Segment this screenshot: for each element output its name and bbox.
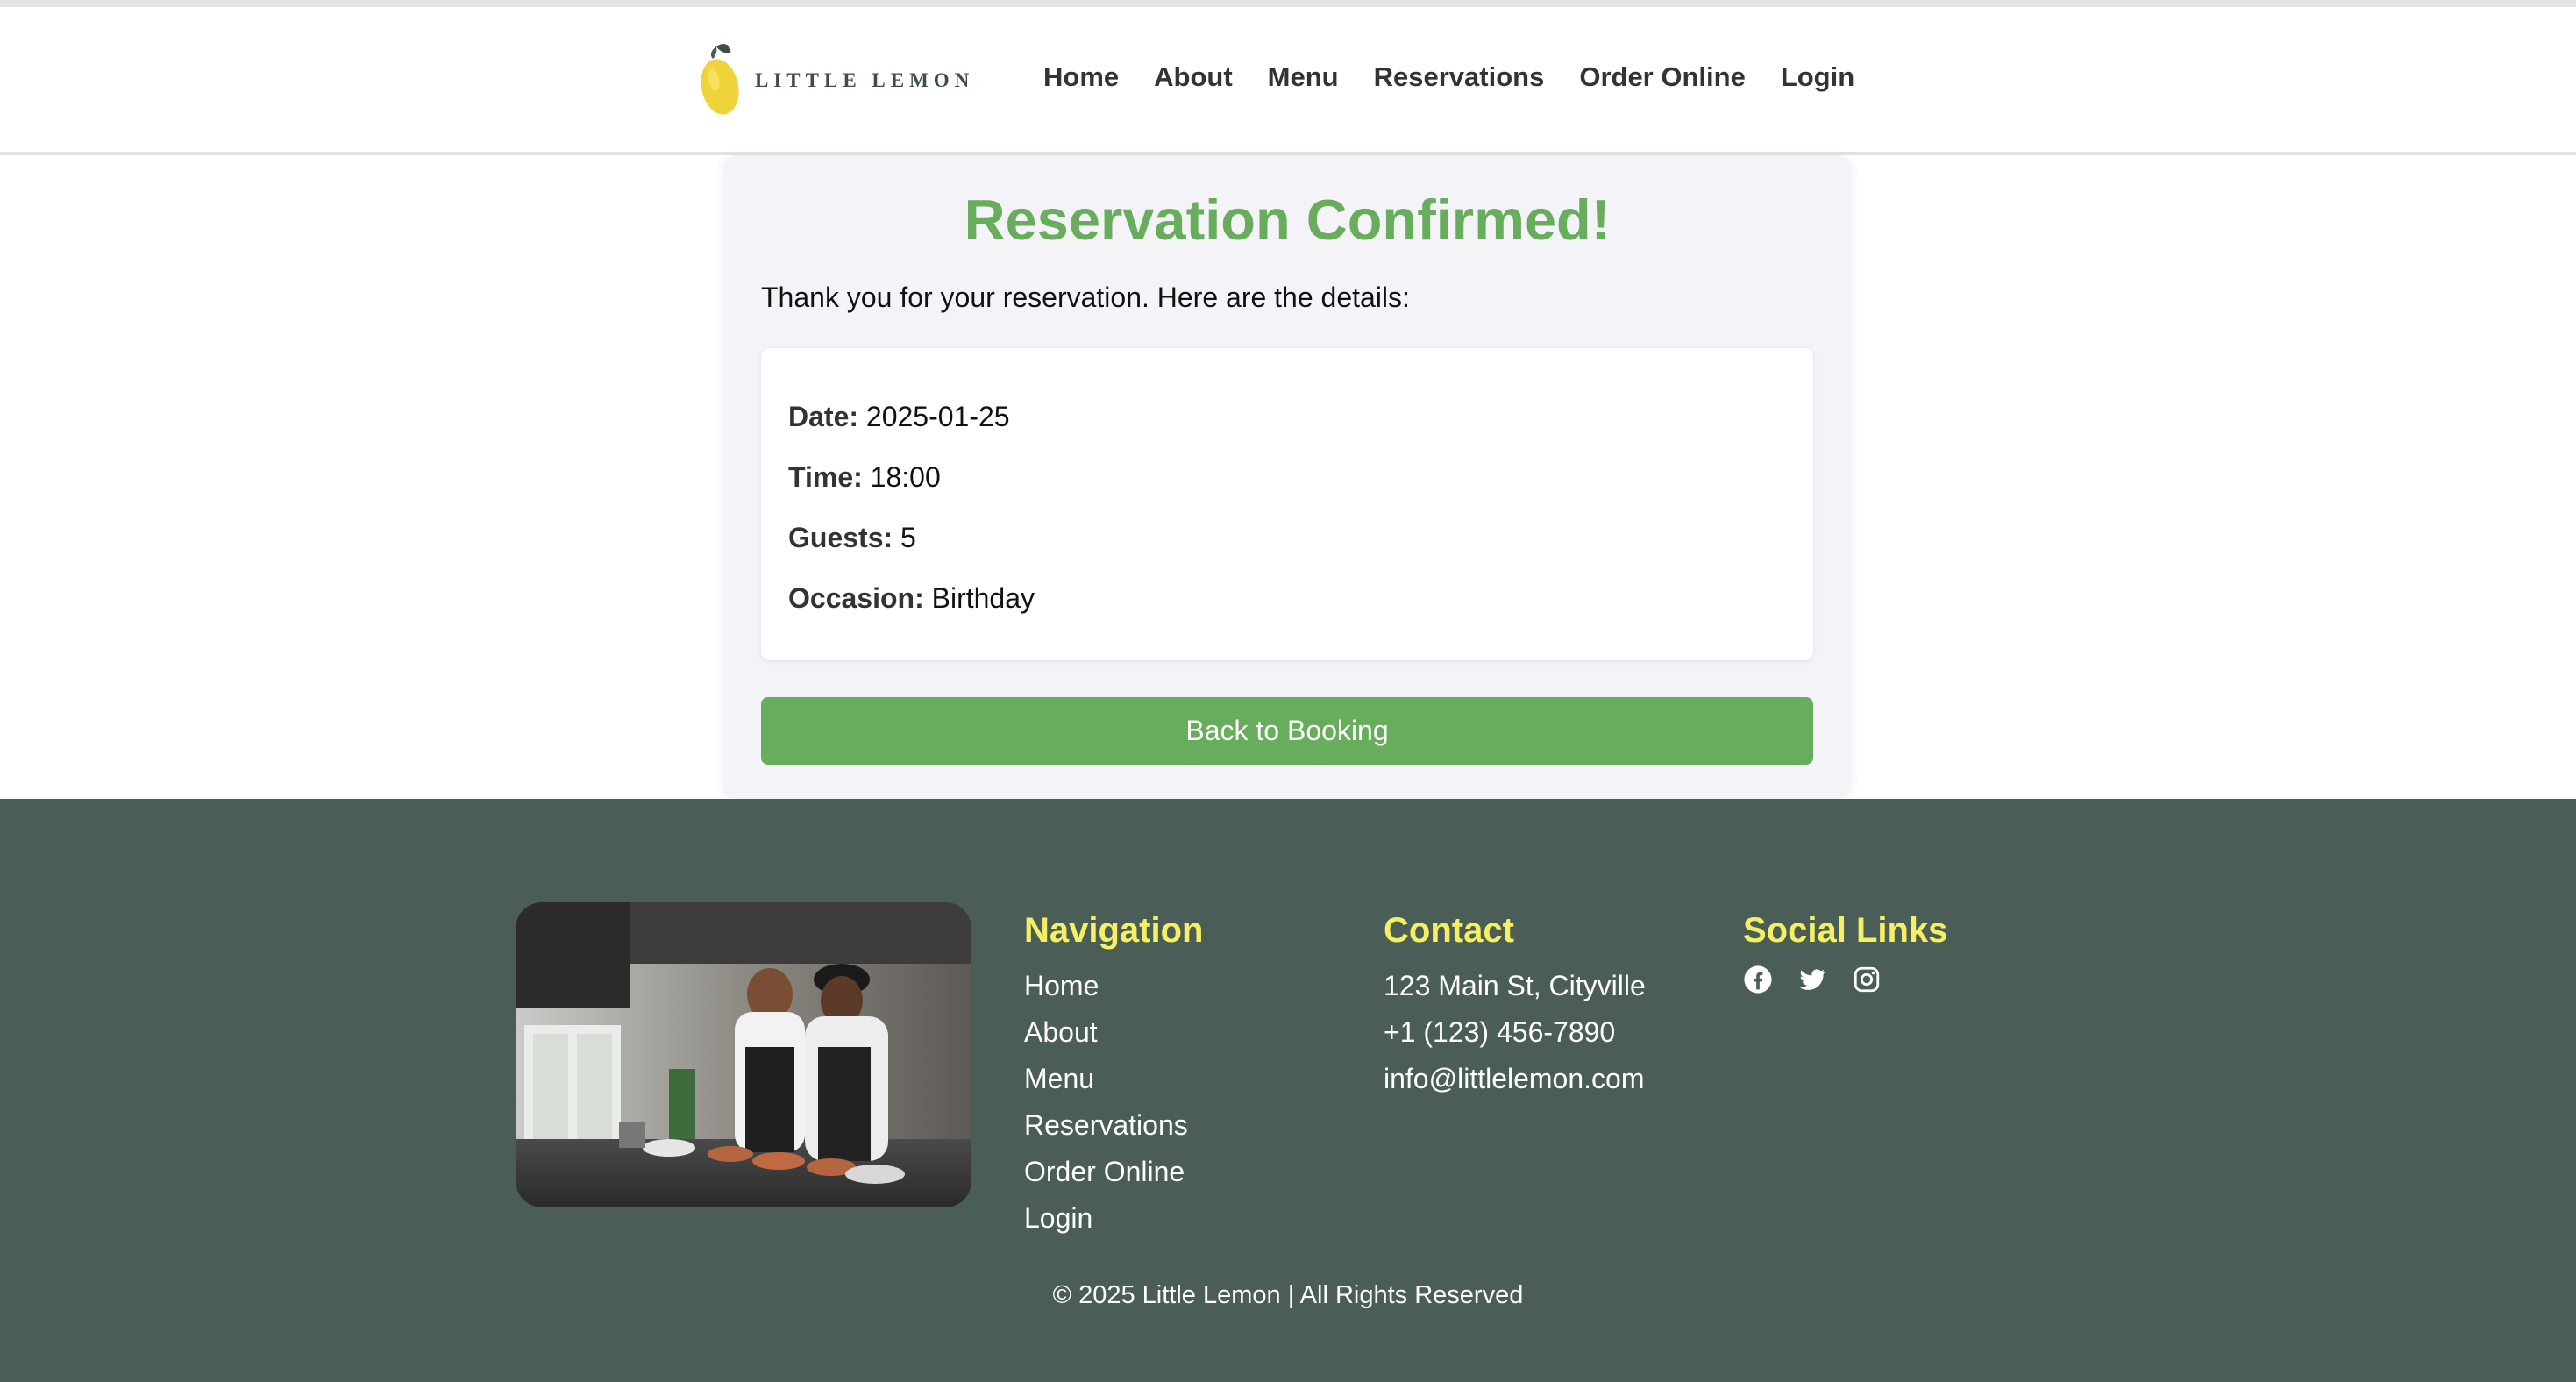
logo[interactable]: LITTLE LEMON xyxy=(699,40,974,121)
detail-occasion: Occasion: Birthday xyxy=(788,582,1035,615)
main-nav: Home About Menu Reservations Order Onlin… xyxy=(1043,61,1889,93)
nav-about[interactable]: About xyxy=(1154,61,1233,93)
social-links xyxy=(1743,965,1947,994)
detail-guests: Guests: 5 xyxy=(788,522,916,554)
footer-social-heading: Social Links xyxy=(1743,911,1948,950)
footer-contact: Contact 123 Main St, Cityville +1 (123) … xyxy=(1384,911,1646,1102)
footer-link-about[interactable]: About xyxy=(1024,1009,1203,1056)
confirmation-intro: Thank you for your reservation. Here are… xyxy=(761,281,1410,313)
lemon-logo-icon xyxy=(701,44,739,115)
detail-date: Date: 2025-01-25 xyxy=(788,401,1010,433)
detail-time-value: 18:00 xyxy=(870,461,941,493)
instagram-icon[interactable] xyxy=(1852,965,1882,994)
nav-home[interactable]: Home xyxy=(1043,61,1119,93)
detail-time: Time: 18:00 xyxy=(788,461,941,494)
back-to-booking-button[interactable]: Back to Booking xyxy=(761,697,1813,765)
footer-link-login[interactable]: Login xyxy=(1024,1195,1203,1242)
site-header: LITTLE LEMON Home About Menu Reservation… xyxy=(0,7,2576,155)
top-rule xyxy=(0,0,2576,7)
chefs-photo xyxy=(516,902,971,1207)
detail-occasion-label: Occasion: xyxy=(788,582,924,614)
footer-navigation: Navigation Home About Menu Reservations … xyxy=(1024,911,1203,1242)
site-footer: Navigation Home About Menu Reservations … xyxy=(0,799,2576,1382)
contact-phone: +1 (123) 456-7890 xyxy=(1384,1016,1616,1048)
brand-name: LITTLE LEMON xyxy=(755,69,975,91)
nav-reservations[interactable]: Reservations xyxy=(1374,61,1545,93)
detail-date-label: Date: xyxy=(788,401,859,432)
detail-guests-label: Guests: xyxy=(788,522,893,553)
footer-link-menu[interactable]: Menu xyxy=(1024,1056,1203,1102)
footer-link-reservations[interactable]: Reservations xyxy=(1024,1102,1203,1149)
footer-contact-heading: Contact xyxy=(1384,911,1514,950)
reservation-details: Date: 2025-01-25 Time: 18:00 Guests: 5 O… xyxy=(761,348,1813,660)
detail-guests-value: 5 xyxy=(900,522,916,553)
nav-menu[interactable]: Menu xyxy=(1268,61,1339,93)
contact-address: 123 Main St, Cityville xyxy=(1384,970,1646,1001)
footer-social: Social Links xyxy=(1743,911,1947,994)
facebook-icon[interactable] xyxy=(1743,965,1773,994)
detail-time-label: Time: xyxy=(788,461,863,493)
page-title: Reservation Confirmed! xyxy=(964,188,1611,252)
detail-occasion-value: Birthday xyxy=(931,582,1035,614)
nav-login[interactable]: Login xyxy=(1781,61,1854,93)
footer-link-order-online[interactable]: Order Online xyxy=(1024,1149,1203,1195)
nav-order-online[interactable]: Order Online xyxy=(1579,61,1745,93)
chefs-kitchen-image xyxy=(516,902,971,1207)
confirmation-card: Reservation Confirmed! Thank you for you… xyxy=(723,155,1851,799)
twitter-icon[interactable] xyxy=(1797,965,1827,994)
contact-email: info@littlelemon.com xyxy=(1384,1063,1645,1094)
copyright: © 2025 Little Lemon | All Rights Reserve… xyxy=(1052,1281,1524,1309)
footer-nav-heading: Navigation xyxy=(1024,911,1204,950)
footer-link-home[interactable]: Home xyxy=(1024,963,1203,1009)
detail-date-value: 2025-01-25 xyxy=(865,401,1010,432)
